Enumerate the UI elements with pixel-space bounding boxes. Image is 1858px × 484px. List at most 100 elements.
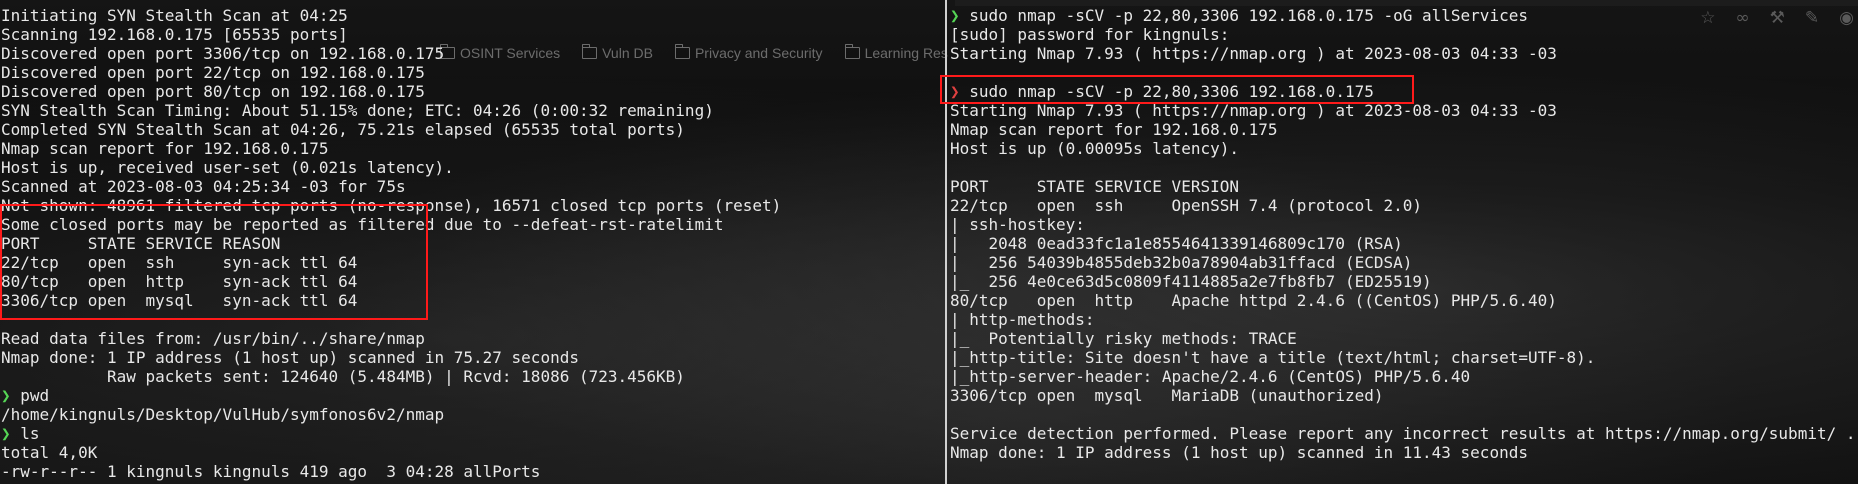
prompt-icon: ❯ bbox=[1, 424, 21, 443]
line-text: Completed SYN Stealth Scan at 04:26, 75.… bbox=[1, 120, 685, 139]
pane-divider[interactable] bbox=[945, 0, 947, 484]
prompt-icon: ❯ bbox=[950, 82, 970, 101]
line-text: | ssh-hostkey: bbox=[950, 215, 1095, 234]
line-text: Read data files from: /usr/bin/../share/… bbox=[1, 329, 425, 348]
line-text: Discovered open port 22/tcp on 192.168.0… bbox=[1, 63, 425, 82]
output-line: | 2048 0ead33fc1a1e8554641339146809c170 … bbox=[950, 234, 1858, 253]
output-line: 80/tcp open http Apache httpd 2.4.6 ((Ce… bbox=[950, 291, 1858, 310]
line-text: | 2048 0ead33fc1a1e8554641339146809c170 … bbox=[950, 234, 1403, 253]
output-line: | ssh-hostkey: bbox=[950, 215, 1858, 234]
prompt-icon: ❯ bbox=[950, 6, 970, 25]
line-text: 3306/tcp open mysql MariaDB (unauthorize… bbox=[950, 386, 1384, 405]
terminal-pane-right[interactable]: ❯ sudo nmap -sCV -p 22,80,3306 192.168.0… bbox=[949, 6, 1858, 484]
output-line: Nmap done: 1 IP address (1 host up) scan… bbox=[950, 443, 1858, 462]
line-text: Host is up (0.00095s latency). bbox=[950, 139, 1239, 158]
line-text: |_ Potentially risky methods: TRACE bbox=[950, 329, 1297, 348]
line-text: Starting Nmap 7.93 ( https://nmap.org ) … bbox=[950, 101, 1557, 120]
line-text: Scanning 192.168.0.175 [65535 ports] bbox=[1, 25, 348, 44]
line-text: |_http-title: Site doesn't have a title … bbox=[950, 348, 1596, 367]
output-line: Read data files from: /usr/bin/../share/… bbox=[1, 329, 944, 348]
output-line: Service detection performed. Please repo… bbox=[950, 424, 1858, 443]
output-line: Raw packets sent: 124640 (5.484MB) | Rcv… bbox=[1, 367, 944, 386]
line-text: Service detection performed. Please repo… bbox=[950, 424, 1856, 443]
line-text: Initiating SYN Stealth Scan at 04:25 bbox=[1, 6, 348, 25]
output-line: Completed SYN Stealth Scan at 04:26, 75.… bbox=[1, 120, 944, 139]
command-line: ❯ pwd bbox=[1, 386, 944, 405]
line-text: |_http-server-header: Apache/2.4.6 (Cent… bbox=[950, 367, 1471, 386]
terminal-output-right: ❯ sudo nmap -sCV -p 22,80,3306 192.168.0… bbox=[949, 6, 1858, 462]
command-line: ❯ sudo nmap -sCV -p 22,80,3306 192.168.0… bbox=[950, 6, 1858, 25]
output-line: Starting Nmap 7.93 ( https://nmap.org ) … bbox=[950, 101, 1858, 120]
output-line: Discovered open port 80/tcp on 192.168.0… bbox=[1, 82, 944, 101]
output-line: PORT STATE SERVICE VERSION bbox=[950, 177, 1858, 196]
line-text: ls bbox=[20, 424, 40, 443]
command-line: ❯ sudo nmap -sCV -p 22,80,3306 192.168.0… bbox=[950, 82, 1858, 101]
line-text: total 4,0K bbox=[1, 443, 98, 462]
output-line: Scanned at 2023-08-03 04:25:34 -03 for 7… bbox=[1, 177, 944, 196]
line-text: Scanned at 2023-08-03 04:25:34 -03 for 7… bbox=[1, 177, 406, 196]
line-text: | http-methods: bbox=[950, 310, 1105, 329]
line-text: SYN Stealth Scan Timing: About 51.15% do… bbox=[1, 101, 714, 120]
output-line: PORT STATE SERVICE REASON bbox=[1, 234, 944, 253]
output-line: | 256 54039b4855deb32b0a78904ab31ffacd (… bbox=[950, 253, 1858, 272]
terminal-pane-left[interactable]: Initiating SYN Stealth Scan at 04:25 Scan… bbox=[0, 6, 944, 484]
command-line: ❯ ls bbox=[1, 424, 944, 443]
output-line: |_http-server-header: Apache/2.4.6 (Cent… bbox=[950, 367, 1858, 386]
line-text: 80/tcp open http syn-ack ttl 64 bbox=[1, 272, 358, 291]
line-text: |_ 256 4e0ce63d5c0809f4114885a2e7fb8fb7 … bbox=[950, 272, 1432, 291]
output-line: Scanning 192.168.0.175 [65535 ports] bbox=[1, 25, 944, 44]
output-line: Nmap scan report for 192.168.0.175 bbox=[1, 139, 944, 158]
output-line: Nmap done: 1 IP address (1 host up) scan… bbox=[1, 348, 944, 367]
line-text: pwd bbox=[20, 386, 50, 405]
output-line: [sudo] password for kingnuls: bbox=[950, 25, 1858, 44]
line-text: Nmap done: 1 IP address (1 host up) scan… bbox=[950, 443, 1528, 462]
line-text: Some closed ports may be reported as fil… bbox=[1, 215, 724, 234]
output-line: |_ 256 4e0ce63d5c0809f4114885a2e7fb8fb7 … bbox=[950, 272, 1858, 291]
line-text: Discovered open port 80/tcp on 192.168.0… bbox=[1, 82, 425, 101]
output-line: |_http-title: Site doesn't have a title … bbox=[950, 348, 1858, 367]
desktop-screen: OSINT Services Vuln DB Privacy and Secur… bbox=[0, 0, 1858, 484]
output-line: Initiating SYN Stealth Scan at 04:25 bbox=[1, 6, 944, 25]
line-text: Raw packets sent: 124640 (5.484MB) | Rcv… bbox=[1, 367, 685, 386]
line-text: Nmap scan report for 192.168.0.175 bbox=[950, 120, 1278, 139]
prompt-icon: ❯ bbox=[1, 386, 21, 405]
output-line: Host is up (0.00095s latency). bbox=[950, 139, 1858, 158]
output-line: Host is up, received user-set (0.021s la… bbox=[1, 158, 944, 177]
line-text: Nmap done: 1 IP address (1 host up) scan… bbox=[1, 348, 579, 367]
output-line: | http-methods: bbox=[950, 310, 1858, 329]
line-text: 3306/tcp open mysql syn-ack ttl 64 bbox=[1, 291, 358, 310]
output-line: 3306/tcp open mysql MariaDB (unauthorize… bbox=[950, 386, 1858, 405]
output-line: total 4,0K bbox=[1, 443, 944, 462]
line-text: Nmap scan report for 192.168.0.175 bbox=[1, 139, 329, 158]
line-text: 22/tcp open ssh OpenSSH 7.4 (protocol 2.… bbox=[950, 196, 1423, 215]
line-text: Starting Nmap 7.93 ( https://nmap.org ) … bbox=[950, 44, 1557, 63]
line-text: PORT STATE SERVICE VERSION bbox=[950, 177, 1239, 196]
line-text: Discovered open port 3306/tcp on 192.168… bbox=[1, 44, 445, 63]
output-line: Starting Nmap 7.93 ( https://nmap.org ) … bbox=[950, 44, 1858, 63]
line-text: /home/kingnuls/Desktop/VulHub/symfonos6v… bbox=[1, 405, 445, 424]
line-text: | 256 54039b4855deb32b0a78904ab31ffacd (… bbox=[950, 253, 1413, 272]
line-text: sudo nmap -sCV -p 22,80,3306 192.168.0.1… bbox=[969, 82, 1374, 101]
line-text: -rw-r--r-- 1 kingnuls kingnuls 419 ago 3… bbox=[1, 462, 541, 481]
output-line: 22/tcp open ssh syn-ack ttl 64 bbox=[1, 253, 944, 272]
line-text: sudo nmap -sCV -p 22,80,3306 192.168.0.1… bbox=[969, 6, 1528, 25]
output-line: SYN Stealth Scan Timing: About 51.15% do… bbox=[1, 101, 944, 120]
terminal-output-left: Initiating SYN Stealth Scan at 04:25 Scan… bbox=[0, 6, 944, 481]
output-line: Discovered open port 3306/tcp on 192.168… bbox=[1, 44, 944, 63]
line-text: 80/tcp open http Apache httpd 2.4.6 ((Ce… bbox=[950, 291, 1557, 310]
output-line: Some closed ports may be reported as fil… bbox=[1, 215, 944, 234]
output-line: /home/kingnuls/Desktop/VulHub/symfonos6v… bbox=[1, 405, 944, 424]
line-text: Host is up, received user-set (0.021s la… bbox=[1, 158, 454, 177]
output-line: 22/tcp open ssh OpenSSH 7.4 (protocol 2.… bbox=[950, 196, 1858, 215]
line-text: PORT STATE SERVICE REASON bbox=[1, 234, 281, 253]
line-text: Not shown: 48961 filtered tcp ports (no-… bbox=[1, 196, 782, 215]
output-line: Nmap scan report for 192.168.0.175 bbox=[950, 120, 1858, 139]
output-line: 80/tcp open http syn-ack ttl 64 bbox=[1, 272, 944, 291]
output-line: |_ Potentially risky methods: TRACE bbox=[950, 329, 1858, 348]
output-line: Not shown: 48961 filtered tcp ports (no-… bbox=[1, 196, 944, 215]
output-line: Discovered open port 22/tcp on 192.168.0… bbox=[1, 63, 944, 82]
